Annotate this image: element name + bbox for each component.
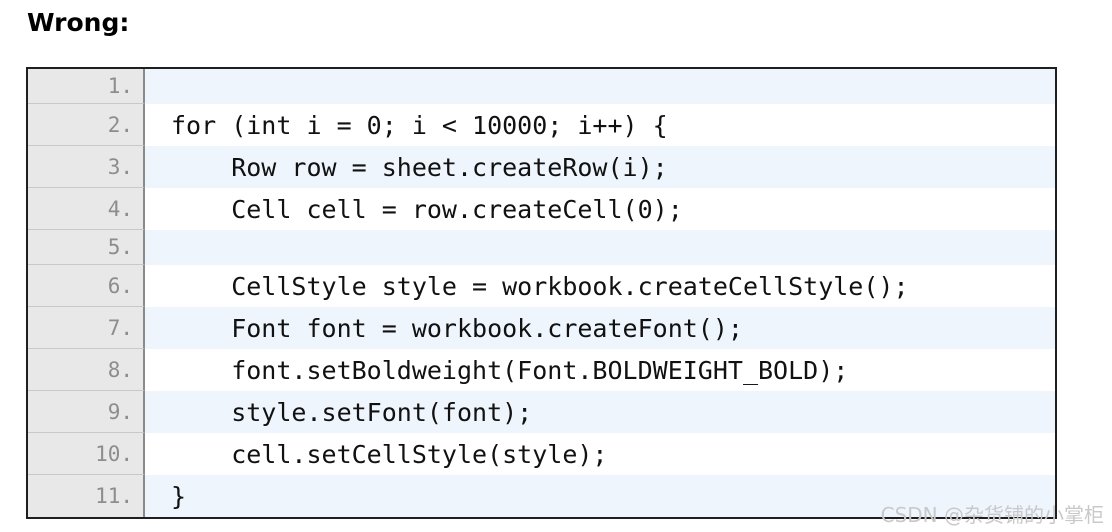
- code-text: cell.setCellStyle(style);: [145, 433, 1055, 475]
- page-heading: Wrong:: [27, 8, 130, 37]
- code-line: 5.: [28, 230, 1055, 265]
- line-number: 9.: [28, 391, 145, 433]
- code-line: 1.: [28, 69, 1055, 104]
- line-number: 3.: [28, 146, 145, 188]
- line-number: 7.: [28, 307, 145, 349]
- line-number: 5.: [28, 230, 145, 265]
- code-text: Cell cell = row.createCell(0);: [145, 188, 1055, 230]
- code-line: 3. Row row = sheet.createRow(i);: [28, 146, 1055, 188]
- code-text: [145, 69, 1055, 104]
- code-line: 7. Font font = workbook.createFont();: [28, 307, 1055, 349]
- code-line: 9. style.setFont(font);: [28, 391, 1055, 433]
- line-number: 11.: [28, 475, 145, 517]
- code-text: style.setFont(font);: [145, 391, 1055, 433]
- code-line: 2. for (int i = 0; i < 10000; i++) {: [28, 104, 1055, 146]
- code-text: CellStyle style = workbook.createCellSty…: [145, 265, 1055, 307]
- code-text: [145, 230, 1055, 265]
- code-line: 4. Cell cell = row.createCell(0);: [28, 188, 1055, 230]
- code-line: 10. cell.setCellStyle(style);: [28, 433, 1055, 475]
- code-text: for (int i = 0; i < 10000; i++) {: [145, 104, 1055, 146]
- code-text: Font font = workbook.createFont();: [145, 307, 1055, 349]
- line-number: 4.: [28, 188, 145, 230]
- code-block: 1. 2. for (int i = 0; i < 10000; i++) { …: [26, 67, 1057, 519]
- code-text: Row row = sheet.createRow(i);: [145, 146, 1055, 188]
- line-number: 1.: [28, 69, 145, 104]
- line-number: 2.: [28, 104, 145, 146]
- code-line: 8. font.setBoldweight(Font.BOLDWEIGHT_BO…: [28, 349, 1055, 391]
- watermark: CSDN @杂货铺的小掌柜: [880, 503, 1104, 527]
- line-number: 6.: [28, 265, 145, 307]
- line-number: 10.: [28, 433, 145, 475]
- line-number: 8.: [28, 349, 145, 391]
- code-line: 6. CellStyle style = workbook.createCell…: [28, 265, 1055, 307]
- code-text: font.setBoldweight(Font.BOLDWEIGHT_BOLD)…: [145, 349, 1055, 391]
